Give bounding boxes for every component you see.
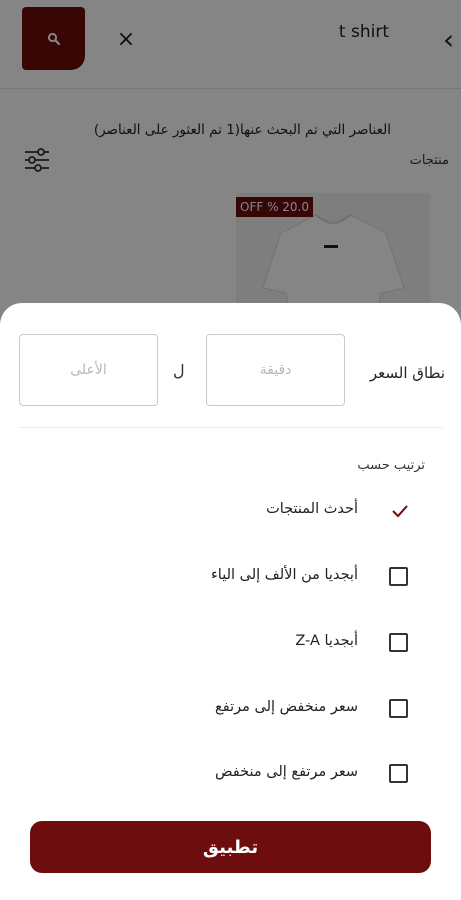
- sort-checkbox[interactable]: [389, 567, 408, 586]
- price-to-label: ل: [173, 361, 185, 380]
- sort-checkbox[interactable]: [389, 699, 408, 718]
- sort-option-label: أبجديا Z-A: [295, 633, 358, 649]
- sort-option-label: سعر مرتفع إلى منخفض: [215, 764, 358, 780]
- sort-option-label: أبجديا من الألف إلى الياء: [210, 567, 358, 583]
- sort-option-alpha-asc[interactable]: أبجديا من الألف إلى الياء: [0, 557, 461, 597]
- sort-option-price-low-high[interactable]: سعر منخفض إلى مرتفع: [0, 689, 461, 729]
- sort-option-alpha-desc[interactable]: أبجديا Z-A: [0, 623, 461, 663]
- sort-option-label: أحدث المنتجات: [266, 501, 358, 517]
- sort-option-newest[interactable]: أحدث المنتجات: [0, 491, 461, 531]
- sort-checkbox[interactable]: [389, 633, 408, 652]
- sort-checkbox[interactable]: [389, 764, 408, 783]
- check-icon: [392, 505, 408, 518]
- sort-option-price-high-low[interactable]: سعر مرتفع إلى منخفض: [0, 754, 461, 794]
- max-price-input[interactable]: الأعلى: [19, 334, 158, 406]
- price-range-label: نطاق السعر: [369, 364, 445, 382]
- min-price-input[interactable]: دقيقة: [206, 334, 345, 406]
- apply-button[interactable]: تطبيق: [30, 821, 431, 873]
- filter-bottom-sheet: نطاق السعر دقيقة ل الأعلى ترتيب حسب أحدث…: [0, 303, 461, 900]
- sort-by-label: ترتيب حسب: [357, 458, 425, 473]
- sort-option-label: سعر منخفض إلى مرتفع: [215, 699, 358, 715]
- sheet-divider: [18, 427, 443, 428]
